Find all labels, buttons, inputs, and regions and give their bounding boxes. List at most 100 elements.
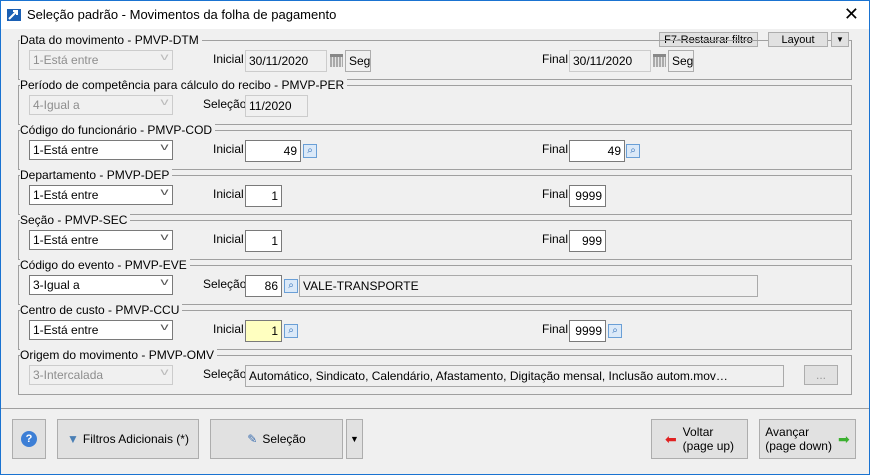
additional-filters-label: Filtros Adicionais (*) <box>82 432 189 446</box>
group-label: Código do funcionário - PMVP-COD <box>20 123 216 137</box>
operator-select[interactable]: 1-Está entre v <box>29 140 173 160</box>
selection-label: Seleção <box>262 432 306 446</box>
final-input[interactable]: 9999 <box>569 320 606 342</box>
final-label: Final <box>542 187 569 201</box>
lookup-icon[interactable]: ⌕ <box>303 144 317 158</box>
group-departamento: Departamento - PMVP-DEP 1-Está entre v In… <box>18 168 852 215</box>
close-icon[interactable]: ✕ <box>844 4 859 25</box>
group-label: Centro de custo - PMVP-CCU <box>20 303 183 317</box>
group-label: Seção - PMVP-SEC <box>20 213 131 227</box>
chevron-down-icon: v <box>160 277 169 288</box>
operator-select: 4-Igual a v <box>29 95 173 115</box>
final-label: Final <box>542 322 569 336</box>
group-centro-custo: Centro de custo - PMVP-CCU 1-Está entre v… <box>18 303 852 350</box>
chevron-down-icon: v <box>160 97 169 108</box>
group-codigo-evento: Código do evento - PMVP-EVE 3-Igual a v S… <box>18 258 852 305</box>
operator-value: 1-Está entre <box>33 323 99 337</box>
arrow-right-icon: ➡ <box>837 430 850 447</box>
selection-input[interactable]: 11/2020 <box>245 95 308 117</box>
final-label: Final <box>542 232 569 246</box>
operator-select: 3-Intercalada v <box>29 365 173 385</box>
initial-input[interactable]: 1 <box>245 185 282 207</box>
operator-value: 1-Está entre <box>33 53 99 67</box>
initial-label: Inicial <box>213 142 244 156</box>
initial-label: Inicial <box>213 232 244 246</box>
window-title: Seleção padrão - Movimentos da folha de … <box>27 7 337 22</box>
operator-value: 1-Está entre <box>33 143 99 157</box>
group-data-movimento: Data do movimento - PMVP-DTM 1-Está entr… <box>18 33 852 80</box>
lookup-icon[interactable]: ⌕ <box>608 324 622 338</box>
back-button[interactable]: ⬅ Voltar (page up) <box>651 419 748 459</box>
origin-selection: Automático, Sindicato, Calendário, Afast… <box>245 365 784 387</box>
dialog-window: Seleção padrão - Movimentos da folha de … <box>0 0 870 475</box>
lookup-icon[interactable]: ⌕ <box>626 144 640 158</box>
more-button: ... <box>804 365 838 385</box>
operator-select[interactable]: 1-Está entre v <box>29 230 173 250</box>
group-secao: Seção - PMVP-SEC 1-Está entre v Inicial 1… <box>18 213 852 260</box>
initial-label: Inicial <box>213 52 244 66</box>
initial-date-input[interactable]: 30/11/2020 <box>245 50 327 72</box>
footer-divider <box>1 408 869 409</box>
operator-value: 1-Está entre <box>33 188 99 202</box>
chevron-down-icon: v <box>160 232 169 243</box>
back-label: Voltar <box>682 425 714 439</box>
initial-label: Inicial <box>213 322 244 336</box>
selection-label: Seleção <box>203 97 247 111</box>
operator-value: 3-Igual a <box>33 278 80 292</box>
calendar-icon[interactable] <box>330 54 343 67</box>
layout-dropdown-button[interactable]: ▼ <box>831 32 849 47</box>
selection-button[interactable]: ✎ Seleção <box>210 419 343 459</box>
initial-label: Inicial <box>213 187 244 201</box>
final-input[interactable]: 999 <box>569 230 606 252</box>
final-date-input[interactable]: 30/11/2020 <box>569 50 651 72</box>
clipboard-icon: ✎ <box>247 432 258 446</box>
group-label: Período de competência para cálculo do r… <box>20 78 348 92</box>
lookup-icon[interactable]: ⌕ <box>284 279 298 293</box>
back-shortcut: (page up) <box>682 439 735 453</box>
final-label: Final <box>542 142 569 156</box>
chevron-down-icon: v <box>160 322 169 333</box>
lookup-icon[interactable]: ⌕ <box>284 324 298 338</box>
operator-value: 1-Está entre <box>33 233 99 247</box>
help-icon: ? <box>21 431 37 447</box>
selection-dropdown-button[interactable]: ▼ <box>346 419 363 459</box>
additional-filters-button[interactable]: ▼ Filtros Adicionais (*) <box>57 419 199 459</box>
operator-value: 4-Igual a <box>33 98 80 112</box>
chevron-down-icon: v <box>160 142 169 153</box>
arrow-left-icon: ⬅ <box>664 430 677 447</box>
group-codigo-funcionario: Código do funcionário - PMVP-COD 1-Está … <box>18 123 852 170</box>
initial-input[interactable]: 49 <box>245 140 301 162</box>
chevron-down-icon: v <box>160 367 169 378</box>
layout-button[interactable]: Layout <box>768 32 828 47</box>
group-label: Departamento - PMVP-DEP <box>20 168 173 182</box>
app-icon <box>7 9 21 21</box>
funnel-icon: ▼ <box>67 432 79 446</box>
group-origem-movimento: Origem do movimento - PMVP-OMV 3-Interca… <box>18 348 852 395</box>
calendar-icon[interactable] <box>653 54 666 67</box>
final-weekday: Seg <box>668 50 694 72</box>
operator-select[interactable]: 1-Está entre v <box>29 185 173 205</box>
initial-input[interactable]: 1 <box>245 320 282 342</box>
group-label: Código do evento - PMVP-EVE <box>20 258 190 272</box>
chevron-down-icon: v <box>160 187 169 198</box>
operator-select[interactable]: 1-Está entre v <box>29 320 173 340</box>
selection-label: Seleção <box>203 277 247 291</box>
selection-label: Seleção <box>203 367 247 381</box>
initial-input[interactable]: 1 <box>245 230 282 252</box>
next-label: Avançar <box>765 425 810 439</box>
operator-value: 3-Intercalada <box>33 368 104 382</box>
chevron-down-icon: v <box>160 52 169 63</box>
group-label: Data do movimento - PMVP-DTM <box>20 33 202 47</box>
next-shortcut: (page down) <box>765 439 832 453</box>
event-code-input[interactable]: 86 <box>245 275 282 297</box>
group-label: Origem do movimento - PMVP-OMV <box>20 348 218 362</box>
title-bar: Seleção padrão - Movimentos da folha de … <box>1 1 869 29</box>
final-input[interactable]: 49 <box>569 140 625 162</box>
next-button[interactable]: Avançar (page down) ➡ <box>759 419 856 459</box>
event-description: VALE-TRANSPORTE <box>299 275 758 297</box>
help-button[interactable]: ? <box>12 419 46 459</box>
operator-select[interactable]: 3-Igual a v <box>29 275 173 295</box>
final-label: Final <box>542 52 569 66</box>
final-input[interactable]: 9999 <box>569 185 606 207</box>
operator-select: 1-Está entre v <box>29 50 173 70</box>
